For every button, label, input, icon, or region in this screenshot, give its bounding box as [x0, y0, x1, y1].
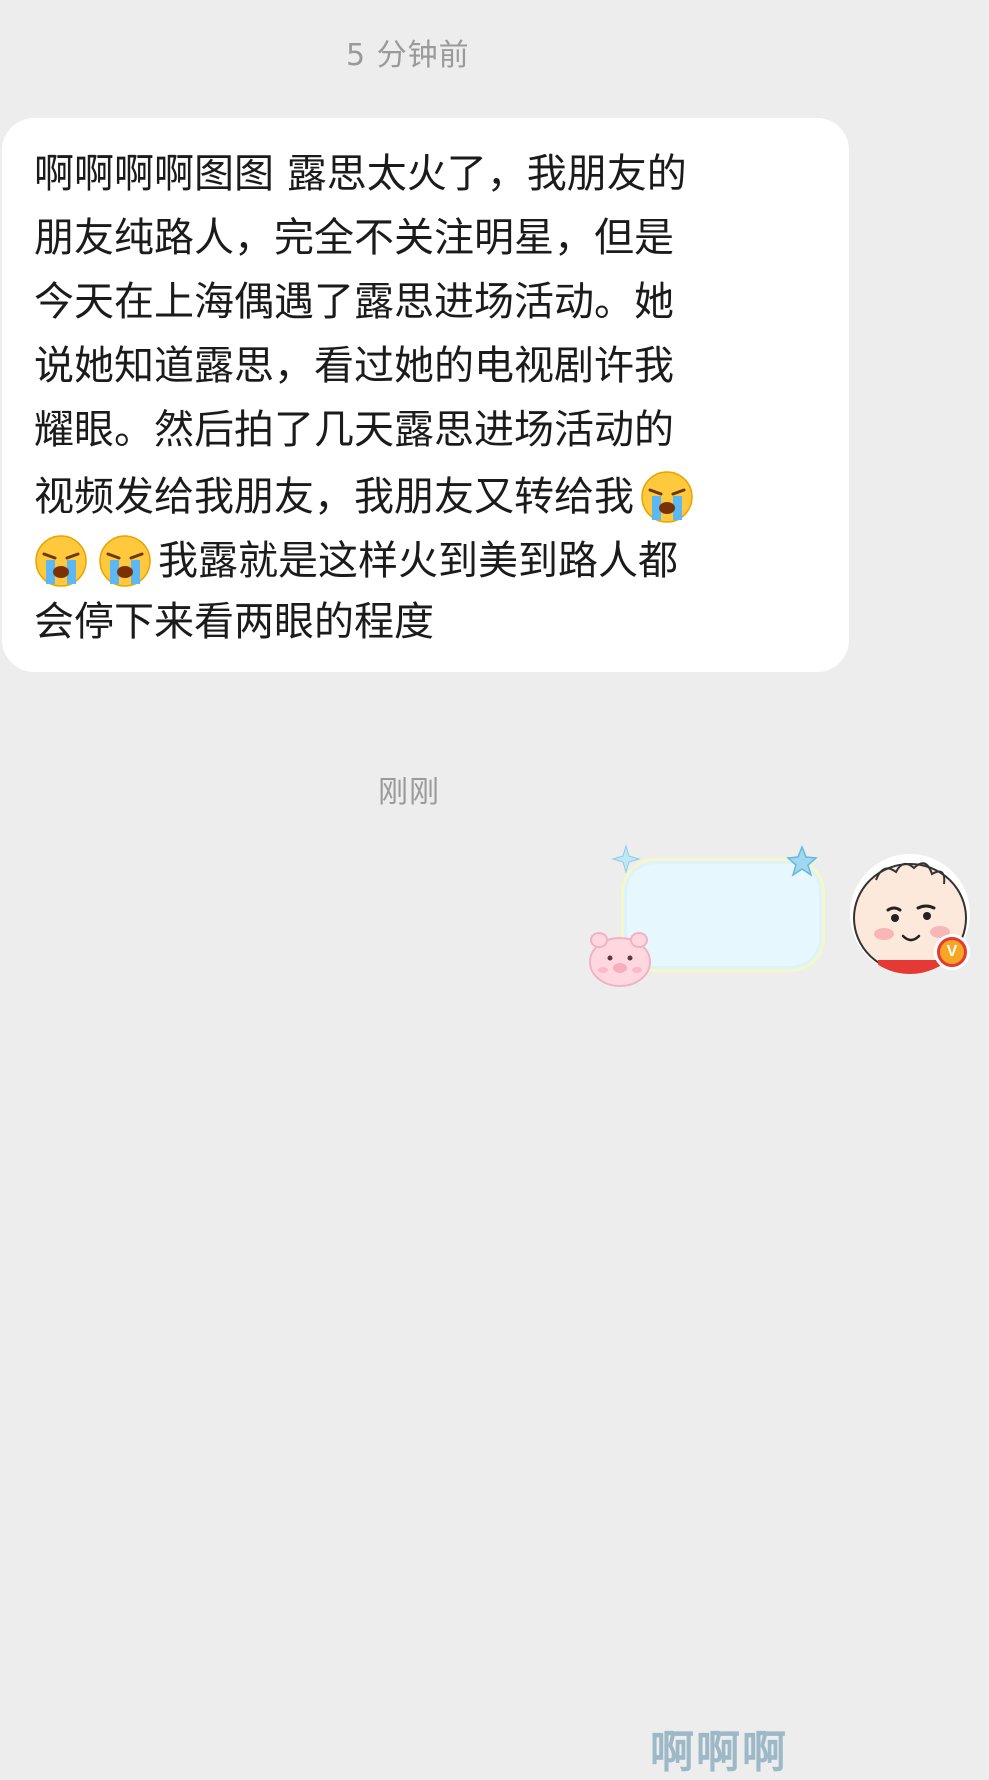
message-line: 今天在上海偶遇了露思进场活动。她	[34, 279, 674, 325]
message-line: 说她知道露思，看过她的电视剧许我	[34, 343, 674, 389]
verified-badge-letter: V	[940, 940, 964, 964]
message-line: 会停下来看两眼的程度	[34, 599, 434, 645]
message-line: 啊啊啊啊图图 露思太火了，我朋友的	[34, 151, 687, 197]
message-line-text: 我露就是这样火到美到路人都	[158, 538, 678, 584]
verified-badge-icon: V	[934, 934, 970, 970]
message-line-with-emoji: 视频发给我朋友，我朋友又转给我	[34, 470, 694, 524]
crying-face-icon	[34, 534, 88, 588]
message-line-text: 视频发给我朋友，我朋友又转给我	[34, 474, 634, 520]
sticker-text: 啊啊啊	[650, 1727, 788, 1778]
pig-sticker-icon	[589, 932, 651, 987]
message-line-with-emoji: 我露就是这样火到美到路人都	[34, 534, 678, 588]
outgoing-sticker-message[interactable]: 啊啊啊	[585, 838, 830, 1778]
timestamp-5-minutes-ago: 5 分钟前	[346, 38, 470, 73]
timestamp-just-now: 刚刚	[378, 775, 440, 810]
incoming-message-bubble[interactable]: 啊啊啊啊图图 露思太火了，我朋友的 朋友纯路人，完全不关注明星，但是 今天在上海…	[2, 118, 849, 672]
message-line: 耀眼。然后拍了几天露思进场活动的	[34, 407, 674, 453]
sparkle-icon	[611, 844, 641, 874]
crying-face-icon	[640, 470, 694, 524]
crying-face-icon	[98, 534, 152, 588]
message-line: 朋友纯路人，完全不关注明星，但是	[34, 215, 674, 261]
avatar[interactable]: V	[848, 852, 972, 976]
star-icon	[786, 844, 818, 877]
